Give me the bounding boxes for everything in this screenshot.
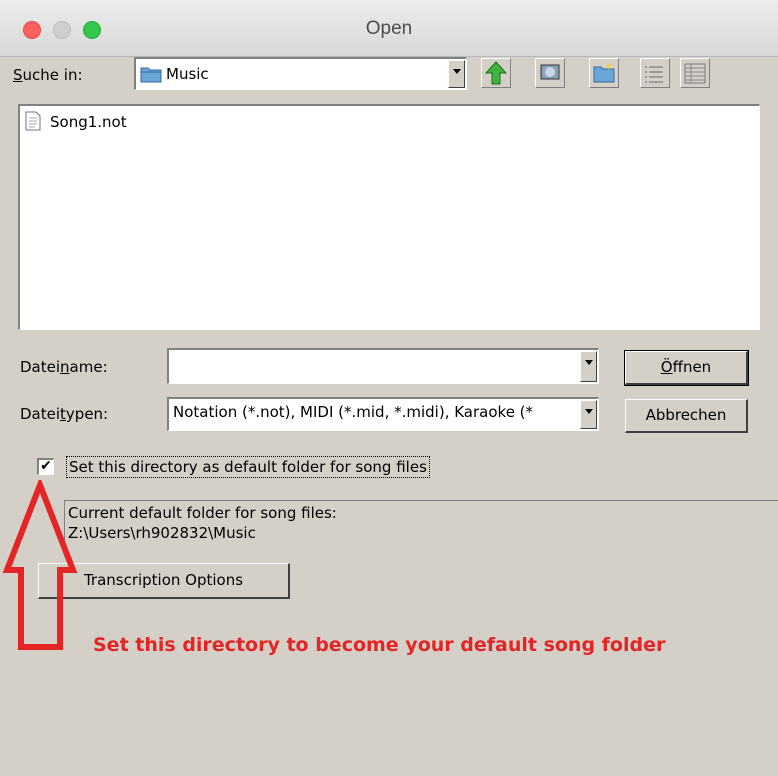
details-view-button[interactable] — [680, 58, 710, 88]
new-folder-icon — [590, 62, 618, 91]
checkmark-icon: ✔ — [40, 458, 52, 474]
filetype-dropdown-button[interactable] — [580, 400, 597, 429]
filetype-label: Dateitypen: — [20, 405, 109, 423]
details-view-icon — [681, 63, 709, 91]
desktop-icon — [536, 64, 564, 91]
new-folder-button[interactable] — [589, 58, 619, 88]
cancel-button[interactable]: Abbrechen — [625, 399, 748, 433]
open-button[interactable]: Öffnen — [624, 350, 749, 386]
file-name: Song1.not — [50, 113, 127, 131]
filename-dropdown-button[interactable] — [580, 351, 597, 382]
default-folder-caption: Current default folder for song files: — [68, 504, 337, 522]
desktop-button[interactable] — [535, 58, 565, 88]
look-in-value: Music — [166, 65, 209, 83]
look-in-dropdown-button[interactable] — [448, 60, 465, 88]
file-list[interactable]: Song1.not — [18, 104, 760, 330]
up-folder-icon — [482, 61, 510, 91]
default-folder-path: Z:\Users\rh902832\Music — [68, 524, 256, 542]
filename-input[interactable] — [167, 348, 599, 384]
title-bar: Open — [0, 0, 778, 57]
annotation-text: Set this directory to become your defaul… — [93, 634, 666, 656]
up-folder-button[interactable] — [481, 58, 511, 88]
filename-label: Dateiname: — [20, 358, 108, 376]
window-title: Open — [365, 18, 413, 39]
list-view-button[interactable] — [640, 58, 670, 88]
filetype-value: Notation (*.not), MIDI (*.mid, *.midi), … — [173, 403, 534, 421]
look-in-label: Suche in: — [13, 66, 83, 84]
default-folder-checkbox[interactable]: ✔ — [37, 458, 54, 475]
list-view-icon — [641, 66, 669, 91]
annotation-arrow — [2, 480, 78, 650]
default-folder-info: Current default folder for song files: Z… — [64, 500, 778, 548]
document-icon — [24, 111, 42, 135]
folder-icon — [140, 65, 162, 87]
filetype-select[interactable]: Notation (*.not), MIDI (*.mid, *.midi), … — [167, 397, 599, 431]
default-folder-checkbox-label[interactable]: Set this directory as default folder for… — [66, 456, 430, 478]
look-in-combo[interactable]: Music — [134, 57, 467, 90]
